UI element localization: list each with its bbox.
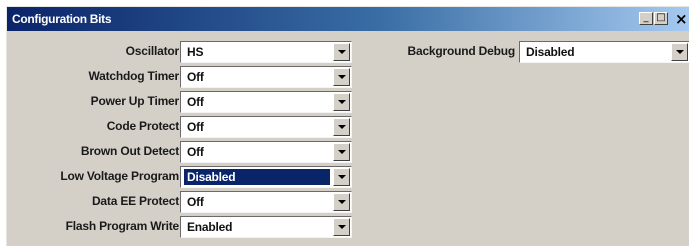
window-title: Configuration Bits bbox=[12, 12, 112, 26]
chevron-down-icon[interactable] bbox=[671, 43, 688, 61]
data-ee-protect-label: Data EE Protect bbox=[91, 194, 179, 208]
data-ee-protect-select[interactable]: Off bbox=[180, 191, 352, 213]
brown-out-detect-value: Off bbox=[187, 145, 204, 159]
oscillator-select[interactable]: HS bbox=[180, 41, 352, 63]
low-voltage-program-select[interactable]: Disabled bbox=[180, 166, 352, 188]
configuration-bits-window: Configuration Bits _ □ × Oscillator HS W… bbox=[6, 6, 689, 246]
chevron-down-icon[interactable] bbox=[333, 193, 350, 211]
watchdog-timer-label: Watchdog Timer bbox=[88, 69, 179, 83]
chevron-down-icon[interactable] bbox=[333, 93, 350, 111]
power-up-timer-value: Off bbox=[187, 95, 204, 109]
data-ee-protect-value: Off bbox=[187, 195, 204, 209]
chevron-down-icon[interactable] bbox=[333, 68, 350, 86]
power-up-timer-label: Power Up Timer bbox=[90, 94, 180, 108]
low-voltage-program-label: Low Voltage Program bbox=[60, 169, 179, 183]
chevron-down-icon[interactable] bbox=[333, 43, 350, 61]
oscillator-value: HS bbox=[187, 45, 204, 59]
flash-program-write-label: Flash Program Write bbox=[65, 219, 180, 233]
maximize-button[interactable]: □ bbox=[654, 12, 668, 25]
chevron-down-icon[interactable] bbox=[333, 218, 350, 236]
watchdog-timer-select[interactable]: Off bbox=[180, 66, 352, 88]
flash-program-write-select[interactable]: Enabled bbox=[180, 216, 352, 238]
maximize-icon: □ bbox=[656, 12, 666, 23]
close-icon[interactable]: × bbox=[675, 10, 688, 28]
power-up-timer-select[interactable]: Off bbox=[180, 91, 352, 113]
chevron-down-icon[interactable] bbox=[333, 118, 350, 136]
minimize-icon: _ bbox=[643, 12, 649, 23]
flash-program-write-value: Enabled bbox=[187, 220, 233, 234]
oscillator-label: Oscillator bbox=[125, 44, 180, 58]
code-protect-label: Code Protect bbox=[106, 119, 179, 133]
background-debug-value: Disabled bbox=[526, 45, 575, 59]
title-bar[interactable]: Configuration Bits _ □ × bbox=[7, 7, 689, 31]
watchdog-timer-value: Off bbox=[187, 70, 204, 84]
minimize-button[interactable]: _ bbox=[639, 12, 653, 25]
brown-out-detect-select[interactable]: Off bbox=[180, 141, 352, 163]
brown-out-detect-label: Brown Out Detect bbox=[80, 144, 179, 158]
code-protect-select[interactable]: Off bbox=[180, 116, 352, 138]
chevron-down-icon[interactable] bbox=[333, 143, 350, 161]
background-debug-select[interactable]: Disabled bbox=[519, 41, 689, 63]
background-debug-label: Background Debug bbox=[407, 44, 516, 58]
low-voltage-program-value: Disabled bbox=[184, 169, 330, 185]
chevron-down-icon[interactable] bbox=[333, 168, 350, 186]
code-protect-value: Off bbox=[187, 120, 204, 134]
